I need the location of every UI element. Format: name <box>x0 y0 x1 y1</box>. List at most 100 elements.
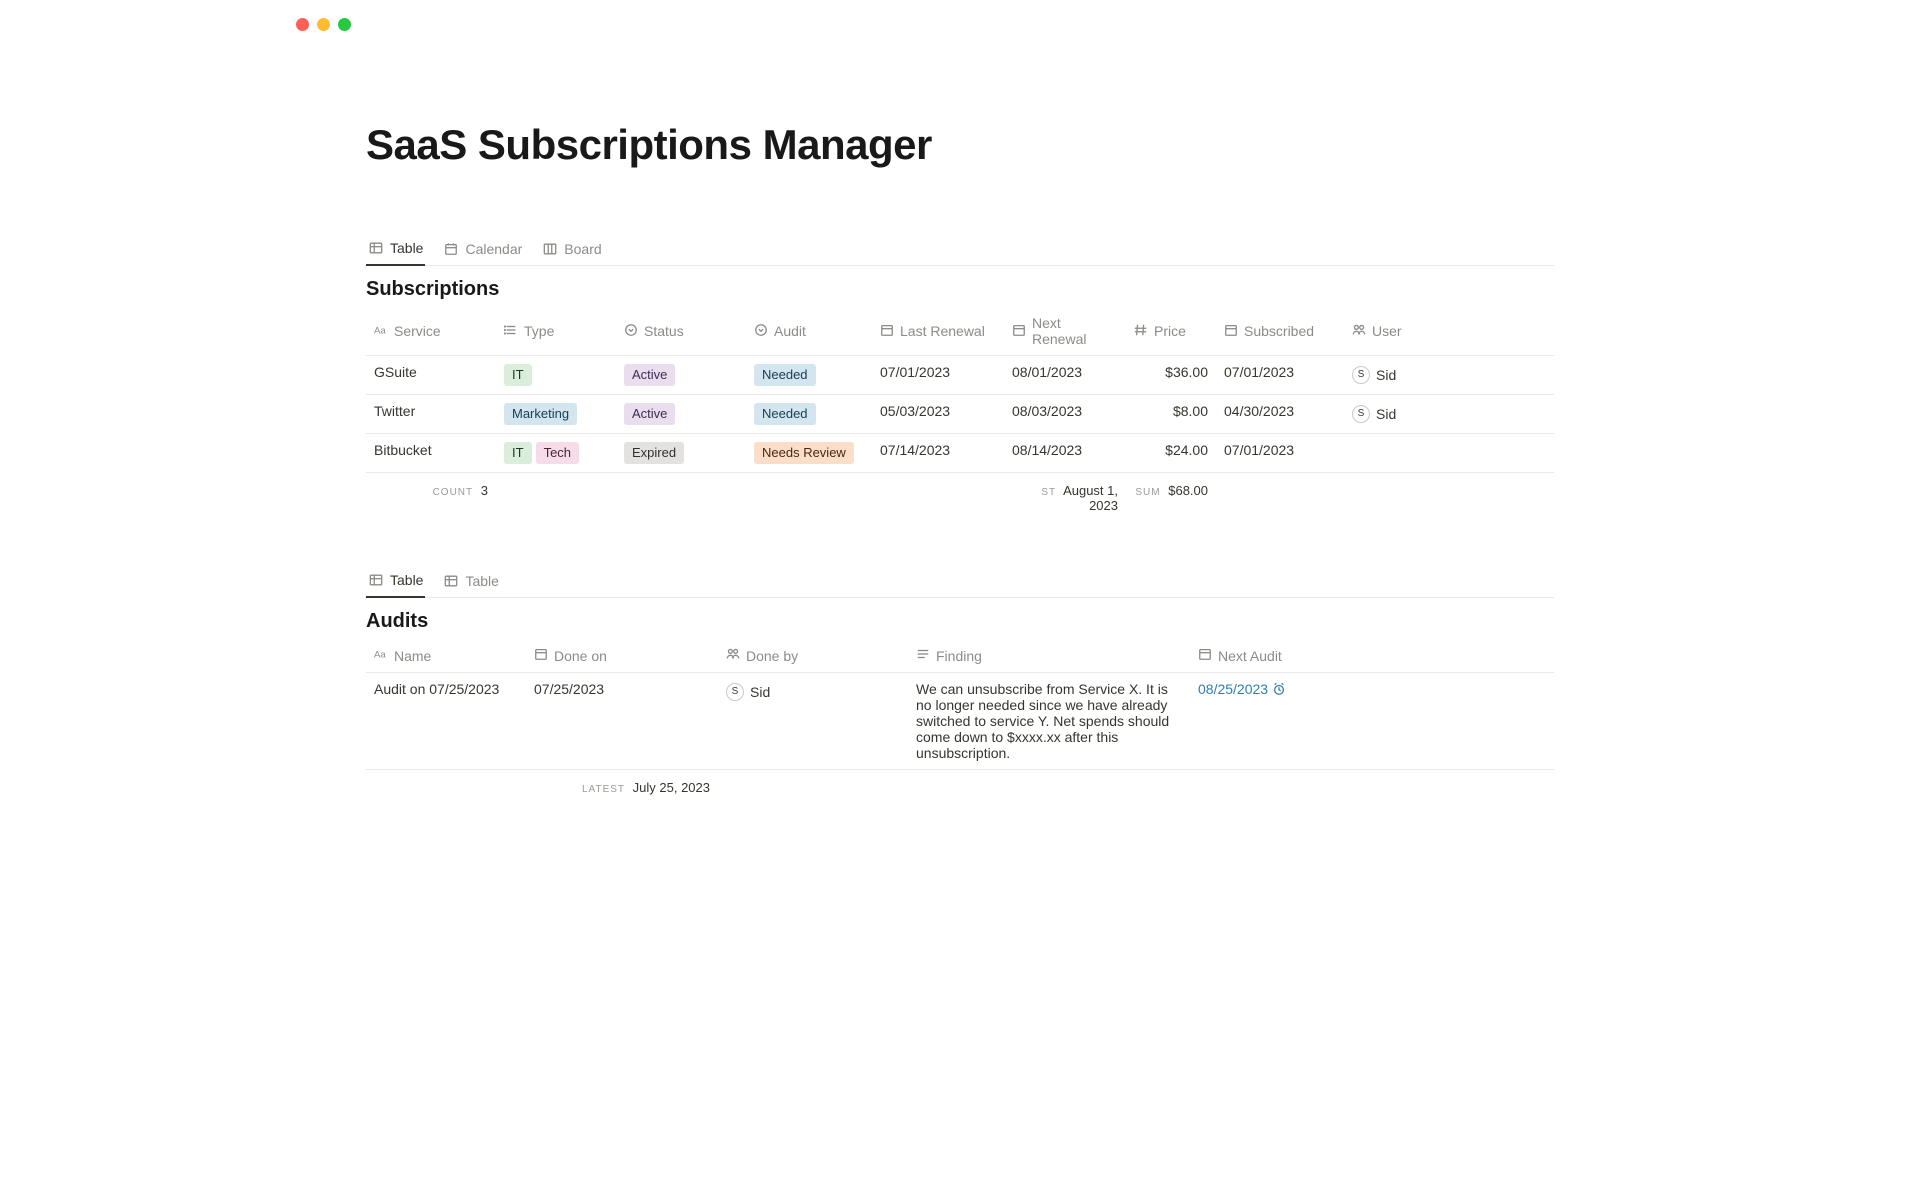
view-tab-calendar[interactable]: Calendar <box>441 234 524 266</box>
view-tab-label: Table <box>390 240 423 256</box>
cell-user[interactable]: SSid <box>1344 395 1444 434</box>
cell-done-on[interactable]: 07/25/2023 <box>526 673 718 770</box>
tag: Needs Review <box>754 442 854 464</box>
tag: Marketing <box>504 403 577 425</box>
cell-user[interactable]: S Sid <box>1344 356 1444 395</box>
cell-audit[interactable]: Needs Review <box>746 434 872 473</box>
col-header-next-renewal[interactable]: Next Renewal <box>1004 307 1126 356</box>
cell-next-audit[interactable]: 08/25/2023 <box>1190 673 1410 770</box>
cell-subscribed[interactable]: 04/30/2023 <box>1216 395 1344 434</box>
date-icon <box>1198 647 1212 664</box>
audits-table: Aa Name Done on Done by Finding <box>366 639 1554 803</box>
summary-next-renewal: ST August 1, 2023 <box>1004 473 1126 522</box>
page-title: SaaS Subscriptions Manager <box>366 121 1554 169</box>
cell-type[interactable]: Marketing <box>496 395 616 434</box>
table-icon <box>368 240 384 256</box>
date-icon <box>1012 323 1026 340</box>
reminder-icon <box>1272 682 1286 699</box>
maximize-window-button[interactable] <box>338 18 351 31</box>
user-name: Sid <box>1376 367 1396 383</box>
subscriptions-view-tabs: Table Calendar Board <box>366 233 1554 266</box>
svg-text:Aa: Aa <box>374 325 386 336</box>
col-header-type[interactable]: Type <box>496 307 616 356</box>
tag: Active <box>624 364 675 386</box>
col-header-price[interactable]: Price <box>1126 307 1216 356</box>
cell-price[interactable]: $36.00 <box>1126 356 1216 395</box>
text-property-icon: Aa <box>374 647 388 664</box>
window-traffic-lights <box>270 0 1650 31</box>
col-header-audit[interactable]: Audit <box>746 307 872 356</box>
summary-count: COUNT 3 <box>366 473 496 522</box>
view-tab-label: Calendar <box>465 241 522 257</box>
cell-status[interactable]: Active <box>616 356 746 395</box>
col-header-service[interactable]: Aa Service <box>366 307 496 356</box>
col-header-subscribed[interactable]: Subscribed <box>1216 307 1344 356</box>
table-row[interactable]: BitbucketITTechExpired Needs Review 07/14/… <box>366 434 1554 473</box>
table-row[interactable]: GSuiteITActiveNeeded07/01/202308/01/2023… <box>366 356 1554 395</box>
user-chip: SSid <box>1352 405 1396 423</box>
cell-last-renewal[interactable]: 05/03/2023 <box>872 395 1004 434</box>
number-icon <box>1134 323 1148 340</box>
col-header-done-on[interactable]: Done on <box>526 639 718 673</box>
col-header-next-audit[interactable]: Next Audit <box>1190 639 1410 673</box>
cell-finding[interactable]: We can unsubscribe from Service X. It is… <box>908 673 1190 770</box>
cell-done-by[interactable]: SSid <box>718 673 908 770</box>
cell-subscribed[interactable]: 07/01/2023 <box>1216 434 1344 473</box>
user-chip: S Sid <box>1352 366 1396 384</box>
cell-price[interactable]: $8.00 <box>1126 395 1216 434</box>
tag: Tech <box>536 442 579 464</box>
cell-next-renewal[interactable]: 08/01/2023 <box>1004 356 1126 395</box>
view-tab-label: Table <box>390 572 423 588</box>
cell-status[interactable]: Expired <box>616 434 746 473</box>
cell-last-renewal[interactable]: 07/14/2023 <box>872 434 1004 473</box>
table-row[interactable]: Audit on 07/25/202307/25/2023 SSid We can … <box>366 673 1554 770</box>
col-header-user[interactable]: User <box>1344 307 1444 356</box>
view-tab-label: Board <box>564 241 601 257</box>
view-tab-table[interactable]: Table <box>366 566 425 598</box>
col-header-name[interactable]: Aa Name <box>366 639 526 673</box>
text-icon <box>916 647 930 664</box>
svg-text:Aa: Aa <box>374 650 386 661</box>
user-name: Sid <box>1376 406 1396 422</box>
cell-last-renewal[interactable]: 07/01/2023 <box>872 356 1004 395</box>
col-header-done-by[interactable]: Done by <box>718 639 908 673</box>
cell-next-renewal[interactable]: 08/14/2023 <box>1004 434 1126 473</box>
cell-user[interactable] <box>1344 434 1444 473</box>
cell-type[interactable]: ITTech <box>496 434 616 473</box>
minimize-window-button[interactable] <box>317 18 330 31</box>
user-chip: SSid <box>726 683 770 701</box>
date-icon <box>534 647 548 664</box>
cell-service[interactable]: GSuite <box>366 356 496 395</box>
select-icon <box>624 323 638 340</box>
cell-service[interactable]: Twitter <box>366 395 496 434</box>
tag: IT <box>504 364 532 386</box>
tag: Needed <box>754 403 816 425</box>
col-header-finding[interactable]: Finding <box>908 639 1190 673</box>
col-header-last-renewal[interactable]: Last Renewal <box>872 307 1004 356</box>
cell-subscribed[interactable]: 07/01/2023 <box>1216 356 1344 395</box>
view-tab-board[interactable]: Board <box>540 234 603 266</box>
summary-sum: SUM $68.00 <box>1126 473 1216 522</box>
cell-service[interactable]: Bitbucket <box>366 434 496 473</box>
view-tab-table-2[interactable]: Table <box>441 566 500 598</box>
date-icon <box>1224 323 1238 340</box>
table-row[interactable]: Twitter Marketing Active Needed 05/03/202308… <box>366 395 1554 434</box>
cell-next-renewal[interactable]: 08/03/2023 <box>1004 395 1126 434</box>
cell-price[interactable]: $24.00 <box>1126 434 1216 473</box>
cell-status[interactable]: Active <box>616 395 746 434</box>
cell-name[interactable]: Audit on 07/25/2023 <box>366 673 526 770</box>
select-icon <box>754 323 768 340</box>
close-window-button[interactable] <box>296 18 309 31</box>
tag: Active <box>624 403 675 425</box>
view-tab-table[interactable]: Table <box>366 234 425 266</box>
subscriptions-title: Subscriptions <box>366 278 1554 301</box>
subscriptions-table: Aa Service Type Status Audit Last Renewa… <box>366 307 1554 521</box>
multiselect-icon <box>504 323 518 340</box>
cell-audit[interactable]: Needed <box>746 356 872 395</box>
cell-audit[interactable]: Needed <box>746 395 872 434</box>
cell-type[interactable]: IT <box>496 356 616 395</box>
person-icon <box>726 647 740 664</box>
user-avatar: S <box>1352 366 1370 384</box>
board-icon <box>542 241 558 257</box>
col-header-status[interactable]: Status <box>616 307 746 356</box>
